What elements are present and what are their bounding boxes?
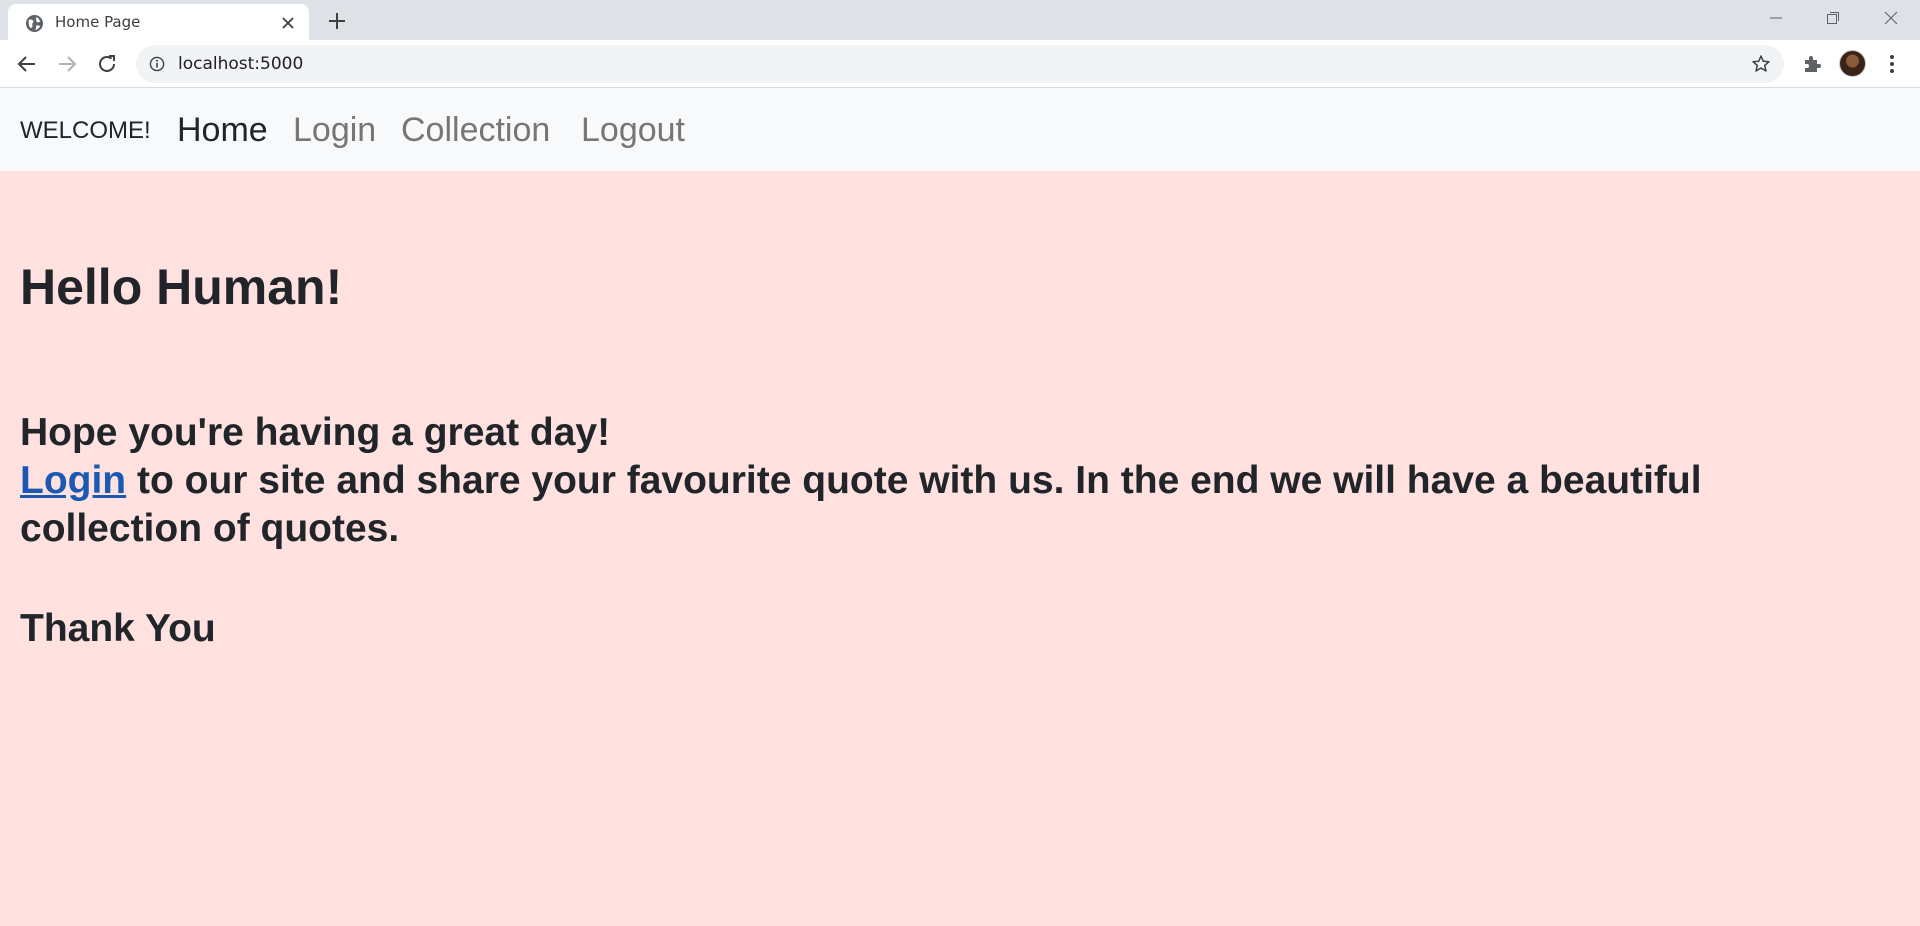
site-navbar: WELCOME! Home Login Collection Logout bbox=[0, 88, 1920, 171]
puzzle-icon[interactable] bbox=[1800, 52, 1824, 76]
info-icon[interactable] bbox=[149, 56, 165, 72]
browser-toolbar: localhost:5000 bbox=[0, 40, 1920, 88]
globe-icon bbox=[25, 14, 44, 33]
intro-paragraph: Hope you're having a great day! Login to … bbox=[20, 409, 1880, 553]
kebab-menu-icon[interactable] bbox=[1880, 52, 1904, 76]
nav-link-login[interactable]: Login bbox=[293, 110, 376, 150]
minimize-icon[interactable] bbox=[1762, 6, 1790, 30]
tab-title: Home Page bbox=[55, 13, 141, 31]
arrow-right-icon[interactable] bbox=[55, 52, 79, 76]
avatar[interactable] bbox=[1839, 50, 1866, 77]
plus-icon[interactable] bbox=[326, 10, 348, 32]
arrow-left-icon[interactable] bbox=[15, 52, 39, 76]
reload-icon[interactable] bbox=[95, 52, 119, 76]
greeting-text: Hope you're having a great day! bbox=[20, 411, 611, 454]
thank-you-text: Thank You bbox=[20, 607, 216, 650]
invitation-text: to our site and share your favourite quo… bbox=[20, 459, 1702, 550]
close-window-icon[interactable] bbox=[1877, 6, 1905, 30]
navbar-brand[interactable]: WELCOME! bbox=[20, 117, 151, 145]
url-text[interactable]: localhost:5000 bbox=[178, 54, 303, 74]
login-link[interactable]: Login bbox=[20, 459, 126, 502]
tab-strip: Home Page bbox=[0, 0, 1920, 40]
nav-link-home[interactable]: Home bbox=[177, 110, 268, 150]
page-title: Hello Human! bbox=[20, 259, 343, 315]
restore-icon[interactable] bbox=[1819, 6, 1847, 30]
nav-link-collection[interactable]: Collection bbox=[401, 110, 550, 150]
address-bar[interactable]: localhost:5000 bbox=[136, 45, 1784, 83]
nav-link-logout[interactable]: Logout bbox=[581, 110, 685, 150]
close-icon[interactable] bbox=[280, 15, 296, 31]
browser-tab[interactable]: Home Page bbox=[8, 4, 309, 40]
star-icon[interactable] bbox=[1751, 54, 1771, 74]
